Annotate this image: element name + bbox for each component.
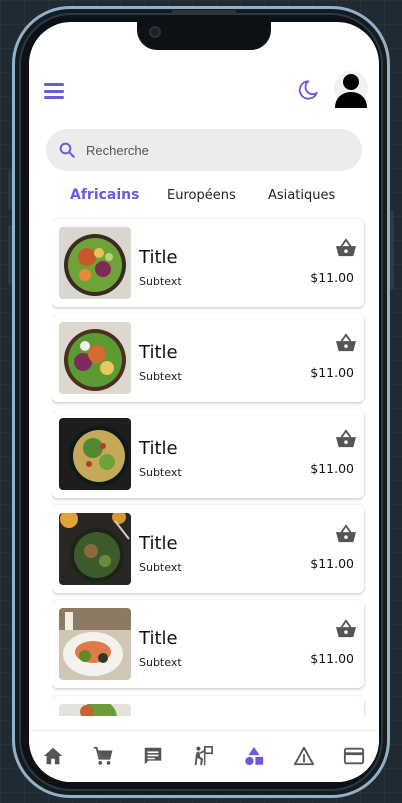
card-icon[interactable] bbox=[343, 745, 365, 767]
tab-africains[interactable]: Africains bbox=[70, 187, 139, 203]
warning-icon[interactable] bbox=[293, 745, 315, 767]
cart-icon[interactable] bbox=[92, 745, 114, 767]
product-card[interactable]: Title Subtext $11.00 bbox=[52, 600, 364, 688]
product-card[interactable]: Title Subtext $11.00 bbox=[52, 410, 364, 498]
product-title: Title bbox=[139, 438, 178, 459]
hamburger-menu-icon[interactable] bbox=[44, 83, 64, 99]
moon-icon[interactable] bbox=[297, 79, 319, 101]
product-card[interactable]: Title Subtext $11.00 bbox=[52, 219, 364, 307]
food-image bbox=[59, 704, 131, 716]
bottom-navigation bbox=[29, 730, 379, 782]
category-tabs: Africains Européens Asiatiques bbox=[29, 184, 379, 210]
product-price: $11.00 bbox=[310, 270, 354, 285]
chat-icon[interactable] bbox=[142, 745, 164, 767]
food-image bbox=[59, 608, 131, 680]
basket-icon[interactable] bbox=[335, 619, 357, 639]
product-price: $11.00 bbox=[310, 556, 354, 571]
tab-asiatiques[interactable]: Asiatiques bbox=[268, 188, 335, 203]
product-card[interactable]: Title Subtext $11.00 bbox=[52, 314, 364, 402]
product-price: $11.00 bbox=[310, 651, 354, 666]
tab-europeens[interactable]: Européens bbox=[167, 188, 236, 203]
product-subtext: Subtext bbox=[139, 466, 182, 479]
product-list: Title Subtext $11.00 Title Subtext $11.0… bbox=[52, 218, 366, 716]
product-title: Title bbox=[139, 342, 178, 363]
product-title: Title bbox=[139, 533, 178, 554]
phone-notch bbox=[137, 22, 271, 50]
product-price: $11.00 bbox=[310, 365, 354, 380]
product-title: Title bbox=[139, 628, 178, 649]
delivery-icon[interactable] bbox=[192, 745, 214, 767]
basket-icon[interactable] bbox=[335, 333, 357, 353]
product-card[interactable]: Title Subtext $11.00 bbox=[52, 505, 364, 593]
basket-icon[interactable] bbox=[335, 524, 357, 544]
basket-icon[interactable] bbox=[335, 238, 357, 258]
search-placeholder: Recherche bbox=[86, 142, 149, 158]
food-image bbox=[59, 227, 131, 299]
phone-side-button bbox=[390, 210, 394, 290]
product-card[interactable] bbox=[52, 696, 364, 716]
basket-icon[interactable] bbox=[335, 429, 357, 449]
categories-icon[interactable] bbox=[243, 745, 265, 767]
avatar[interactable] bbox=[333, 70, 369, 110]
app-screen: Recherche Africains Européens Asiatiques… bbox=[29, 22, 379, 782]
food-image bbox=[59, 322, 131, 394]
product-price: $11.00 bbox=[310, 461, 354, 476]
product-subtext: Subtext bbox=[139, 275, 182, 288]
camera-icon bbox=[149, 26, 161, 38]
food-image bbox=[59, 513, 131, 585]
product-title: Title bbox=[139, 247, 178, 268]
food-image bbox=[59, 418, 131, 490]
product-subtext: Subtext bbox=[139, 561, 182, 574]
phone-speaker bbox=[172, 10, 236, 14]
product-subtext: Subtext bbox=[139, 656, 182, 669]
home-icon[interactable] bbox=[42, 745, 64, 767]
search-bar[interactable]: Recherche bbox=[46, 129, 362, 171]
search-icon bbox=[59, 142, 75, 158]
product-subtext: Subtext bbox=[139, 370, 182, 383]
